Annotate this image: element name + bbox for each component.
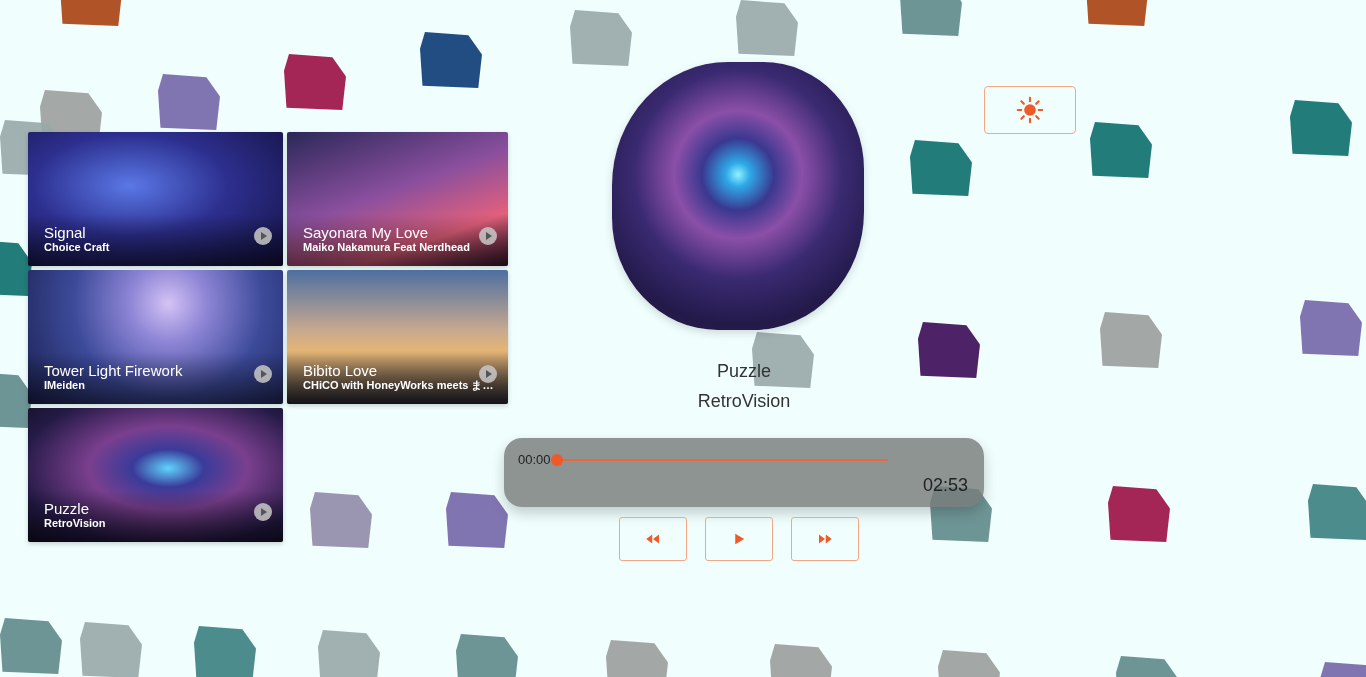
- song-artist: RetroVision: [698, 386, 791, 416]
- total-time: 02:53: [518, 472, 968, 499]
- play-icon: [253, 502, 273, 522]
- progress-row: 00:00: [518, 450, 968, 470]
- album-cover: [612, 62, 864, 330]
- card-caption: SignalChoice Craft: [28, 214, 283, 266]
- rewind-button[interactable]: [619, 517, 687, 561]
- bg-shape: [446, 492, 508, 548]
- play-icon: [253, 364, 273, 384]
- bg-shape: [606, 640, 668, 677]
- bg-shape: [1320, 662, 1366, 677]
- fast-forward-icon: [816, 530, 834, 548]
- bg-shape: [80, 622, 142, 677]
- track-title: Signal: [44, 224, 109, 241]
- bg-shape: [194, 626, 256, 677]
- bg-shape: [1090, 122, 1152, 178]
- player-controls: [619, 517, 859, 561]
- bg-shape: [0, 618, 62, 674]
- track-title: Tower Light Firework: [44, 362, 182, 379]
- playlist-grid: SignalChoice Craft Sayonara My LoveMaiko …: [28, 132, 508, 542]
- track-title: Sayonara My Love: [303, 224, 470, 241]
- play-icon: [730, 530, 748, 548]
- bg-shape: [1290, 100, 1352, 156]
- playlist-card[interactable]: SignalChoice Craft: [28, 132, 283, 266]
- track-title: Puzzle: [44, 500, 106, 517]
- elapsed-time: 00:00: [518, 450, 551, 470]
- card-caption: Tower Light FireworkIMeiden: [28, 352, 283, 404]
- bg-shape: [284, 54, 346, 110]
- card-caption: Sayonara My LoveMaiko Nakamura Feat Nerd…: [287, 214, 508, 266]
- progress-track[interactable]: [557, 459, 888, 461]
- bg-shape: [736, 0, 798, 56]
- bg-shape: [1308, 484, 1366, 540]
- play-button[interactable]: [705, 517, 773, 561]
- play-icon: [253, 226, 273, 246]
- bg-shape: [1116, 656, 1178, 677]
- bg-shape: [60, 0, 122, 26]
- track-artist: RetroVision: [44, 517, 106, 530]
- card-text: Tower Light FireworkIMeiden: [44, 362, 182, 392]
- now-playing: PuzzleRetroVision 00:0002:53: [504, 62, 984, 561]
- card-caption: PuzzleRetroVision: [28, 490, 283, 542]
- card-text: Bibito LoveCHiCO with HoneyWorks meets ま…: [303, 362, 472, 392]
- bg-shape: [770, 644, 832, 677]
- card-text: Sayonara My LoveMaiko Nakamura Feat Nerd…: [303, 224, 470, 254]
- track-artist: CHiCO with HoneyWorks meets ま…: [303, 379, 472, 392]
- track-artist: Choice Craft: [44, 241, 109, 254]
- track-title: Bibito Love: [303, 362, 472, 379]
- bg-shape: [1100, 312, 1162, 368]
- bg-shape: [456, 634, 518, 677]
- rewind-icon: [644, 530, 662, 548]
- bg-shape: [918, 322, 980, 378]
- playlist-card[interactable]: PuzzleRetroVision: [28, 408, 283, 542]
- sun-icon: [1016, 96, 1044, 124]
- track-artist: IMeiden: [44, 379, 182, 392]
- play-icon: [478, 226, 498, 246]
- bg-shape: [910, 140, 972, 196]
- bg-shape: [570, 10, 632, 66]
- card-text: SignalChoice Craft: [44, 224, 109, 254]
- theme-toggle-button[interactable]: [984, 86, 1076, 134]
- bg-shape: [310, 492, 372, 548]
- bg-shape: [1086, 0, 1148, 26]
- bg-shape: [318, 630, 380, 677]
- play-icon: [478, 364, 498, 384]
- track-artist: Maiko Nakamura Feat Nerdhead: [303, 241, 470, 254]
- bg-shape: [1108, 486, 1170, 542]
- bg-shape: [1300, 300, 1362, 356]
- playlist-card[interactable]: Tower Light FireworkIMeiden: [28, 270, 283, 404]
- playlist-card[interactable]: Bibito LoveCHiCO with HoneyWorks meets ま…: [287, 270, 508, 404]
- card-caption: Bibito LoveCHiCO with HoneyWorks meets ま…: [287, 352, 508, 404]
- bg-shape: [938, 650, 1000, 677]
- playlist-card[interactable]: Sayonara My LoveMaiko Nakamura Feat Nerd…: [287, 132, 508, 266]
- bg-shape: [900, 0, 962, 36]
- bg-shape: [420, 32, 482, 88]
- progress-panel: 00:0002:53: [504, 438, 984, 507]
- player-page: SignalChoice Craft Sayonara My LoveMaiko …: [0, 0, 1366, 561]
- forward-button[interactable]: [791, 517, 859, 561]
- card-text: PuzzleRetroVision: [44, 500, 106, 530]
- song-title: Puzzle: [717, 356, 771, 386]
- progress-knob[interactable]: [551, 454, 563, 466]
- bg-shape: [158, 74, 220, 130]
